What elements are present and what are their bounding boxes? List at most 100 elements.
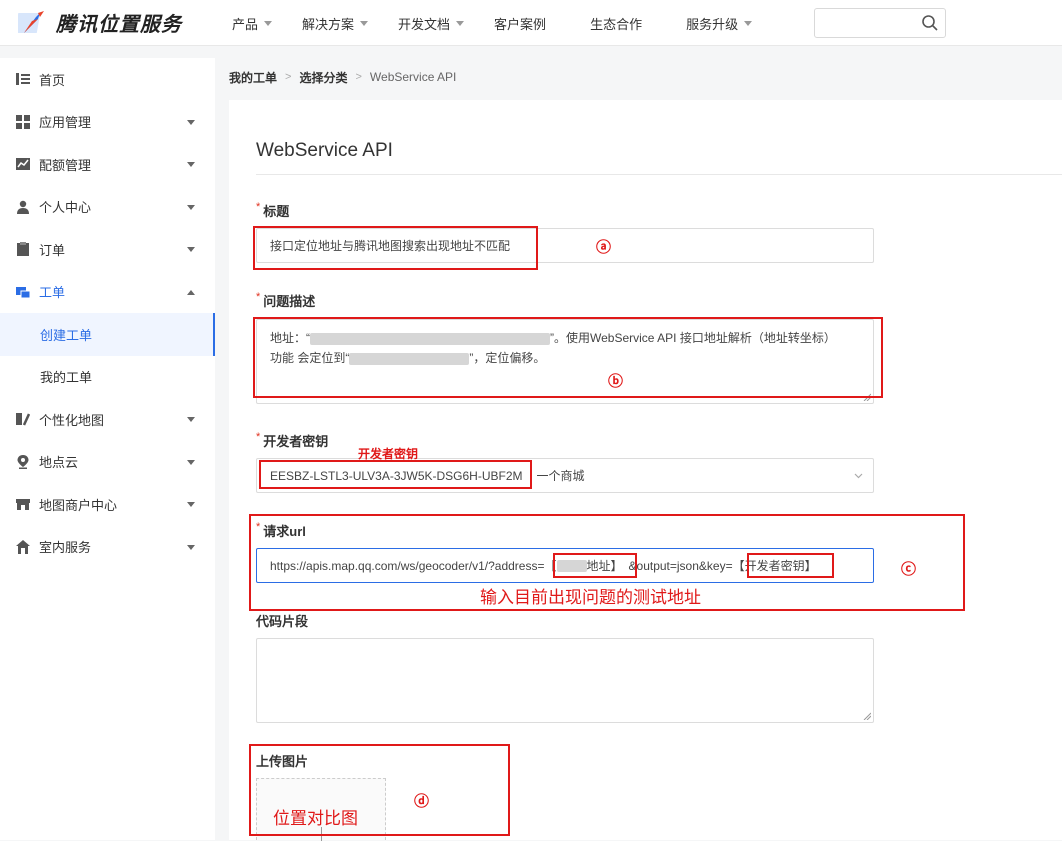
annotation-marker-a: ⓐ bbox=[596, 239, 612, 256]
sidebar-item-custom-map[interactable]: 个性化地图 bbox=[0, 398, 215, 441]
chevron-down-icon bbox=[187, 459, 195, 465]
label-text: 开发者密钥 bbox=[263, 434, 329, 449]
annotation-box-url-address bbox=[553, 553, 637, 578]
search-box bbox=[814, 8, 946, 38]
chevron-down-icon bbox=[187, 544, 195, 550]
chevron-down-icon bbox=[744, 20, 753, 26]
sidebar-item-home[interactable]: 首页 bbox=[0, 58, 215, 101]
search-input[interactable] bbox=[815, 9, 915, 37]
sidebar-item-label: 应用管理 bbox=[39, 115, 92, 131]
label-text: 代码片段 bbox=[256, 614, 309, 629]
chevron-down-icon bbox=[187, 119, 195, 125]
sidebar-item-quota[interactable]: 配额管理 bbox=[0, 143, 215, 186]
sidebar: 首页 应用管理 配额管理 个人中心 订单 工单 创建工单 我的工单 个性化地图 … bbox=[0, 58, 215, 840]
chevron-down-icon bbox=[854, 473, 863, 479]
sidebar-item-my-tickets[interactable]: 我的工单 bbox=[0, 356, 215, 399]
annotation-url-note: 输入目前出现问题的测试地址 bbox=[480, 588, 701, 607]
location-pin-icon bbox=[17, 454, 29, 469]
brand-logo[interactable]: 腾讯位置服务 bbox=[18, 8, 182, 37]
sidebar-item-label: 工单 bbox=[39, 285, 66, 301]
annotation-box-key bbox=[259, 460, 532, 489]
store-icon bbox=[16, 499, 30, 511]
map-style-icon bbox=[16, 413, 30, 426]
chevron-down-icon bbox=[187, 247, 195, 252]
ticket-icon bbox=[16, 286, 30, 299]
annotation-box-title bbox=[253, 226, 538, 270]
nav-item-ecosystem[interactable]: 生态合作 bbox=[590, 14, 642, 33]
code-snippet-textarea[interactable] bbox=[256, 638, 874, 723]
chevron-down-icon bbox=[264, 20, 273, 26]
nav-item-cases[interactable]: 客户案例 bbox=[494, 14, 546, 33]
chevron-down-icon bbox=[456, 20, 465, 26]
nav-label: 产品 bbox=[232, 16, 259, 32]
chevron-right-icon: > bbox=[355, 71, 362, 83]
nav-label: 客户案例 bbox=[494, 16, 547, 32]
sidebar-item-label: 订单 bbox=[39, 242, 66, 258]
required-mark: * bbox=[256, 201, 261, 213]
logo-icon bbox=[18, 10, 44, 33]
sidebar-item-label: 室内服务 bbox=[39, 540, 92, 556]
sidebar-item-label: 配额管理 bbox=[39, 157, 92, 173]
nav-label: 解决方案 bbox=[302, 16, 355, 32]
chevron-down-icon bbox=[187, 204, 195, 210]
nav-label: 服务升级 bbox=[686, 16, 739, 32]
clipboard-icon bbox=[17, 242, 29, 257]
chevron-right-icon: > bbox=[285, 71, 292, 83]
breadcrumb: 我的工单 > 选择分类 > WebService API bbox=[229, 58, 456, 96]
chevron-up-icon bbox=[187, 289, 195, 295]
sidebar-item-indoor[interactable]: 室内服务 bbox=[0, 526, 215, 569]
required-mark: * bbox=[256, 291, 261, 303]
chevron-down-icon bbox=[360, 20, 369, 26]
nav-label: 生态合作 bbox=[590, 16, 643, 32]
key-label: * 开发者密钥 bbox=[256, 431, 328, 450]
chevron-down-icon bbox=[187, 417, 195, 422]
sidebar-item-orders[interactable]: 订单 bbox=[0, 228, 215, 271]
annotation-box-description bbox=[253, 317, 883, 398]
sidebar-item-profile[interactable]: 个人中心 bbox=[0, 186, 215, 229]
list-icon bbox=[16, 73, 30, 86]
sidebar-item-label: 个性化地图 bbox=[39, 412, 105, 428]
sidebar-item-label: 地点云 bbox=[39, 455, 79, 471]
annotation-upload-note: 位置对比图 bbox=[273, 809, 358, 828]
chevron-down-icon bbox=[187, 162, 195, 167]
annotation-marker-b: ⓑ bbox=[608, 373, 624, 390]
sidebar-item-place-cloud[interactable]: 地点云 bbox=[0, 441, 215, 484]
brand-name: 腾讯位置服务 bbox=[56, 14, 182, 36]
label-text: 问题描述 bbox=[263, 294, 316, 309]
sidebar-item-create-ticket[interactable]: 创建工单 bbox=[0, 313, 215, 356]
sidebar-item-label: 我的工单 bbox=[40, 370, 93, 386]
nav-label: 开发文档 bbox=[398, 16, 451, 32]
breadcrumb-current: WebService API bbox=[369, 70, 457, 84]
breadcrumb-my-tickets[interactable]: 我的工单 bbox=[229, 69, 277, 86]
sidebar-item-tickets[interactable]: 工单 bbox=[0, 271, 215, 314]
sidebar-item-label: 创建工单 bbox=[40, 327, 93, 343]
page-title: WebService API bbox=[256, 140, 393, 161]
chevron-down-icon bbox=[187, 502, 195, 507]
code-label: 代码片段 bbox=[256, 611, 308, 630]
user-icon bbox=[17, 200, 29, 214]
resize-handle-icon[interactable] bbox=[863, 712, 871, 720]
search-icon[interactable] bbox=[921, 14, 939, 32]
sidebar-item-apps[interactable]: 应用管理 bbox=[0, 101, 215, 144]
label-text: 标题 bbox=[263, 204, 290, 219]
main-nav: 产品 解决方案 开发文档 客户案例 生态合作 服务升级 bbox=[232, 0, 782, 46]
nav-item-docs[interactable]: 开发文档 bbox=[398, 14, 465, 33]
nav-item-upgrade[interactable]: 服务升级 bbox=[686, 14, 753, 33]
annotation-marker-c: ⓒ bbox=[901, 561, 917, 578]
annotation-box-url-key bbox=[747, 553, 834, 578]
sidebar-item-merchant[interactable]: 地图商户中心 bbox=[0, 483, 215, 526]
divider bbox=[256, 174, 1062, 175]
nav-item-products[interactable]: 产品 bbox=[232, 14, 273, 33]
grid-icon bbox=[16, 114, 30, 129]
home-icon bbox=[16, 539, 30, 554]
sidebar-item-label: 个人中心 bbox=[39, 200, 92, 216]
sidebar-item-label: 地图商户中心 bbox=[39, 497, 118, 513]
required-mark: * bbox=[256, 431, 261, 443]
top-nav: 腾讯位置服务 产品 解决方案 开发文档 客户案例 生态合作 服务升级 bbox=[0, 0, 1062, 46]
chart-icon bbox=[16, 158, 30, 171]
description-label: * 问题描述 bbox=[256, 291, 315, 310]
nav-item-solutions[interactable]: 解决方案 bbox=[302, 14, 369, 33]
breadcrumb-select-category[interactable]: 选择分类 bbox=[299, 69, 347, 86]
sidebar-item-label: 首页 bbox=[39, 72, 66, 88]
annotation-marker-d: ⓓ bbox=[414, 793, 430, 810]
